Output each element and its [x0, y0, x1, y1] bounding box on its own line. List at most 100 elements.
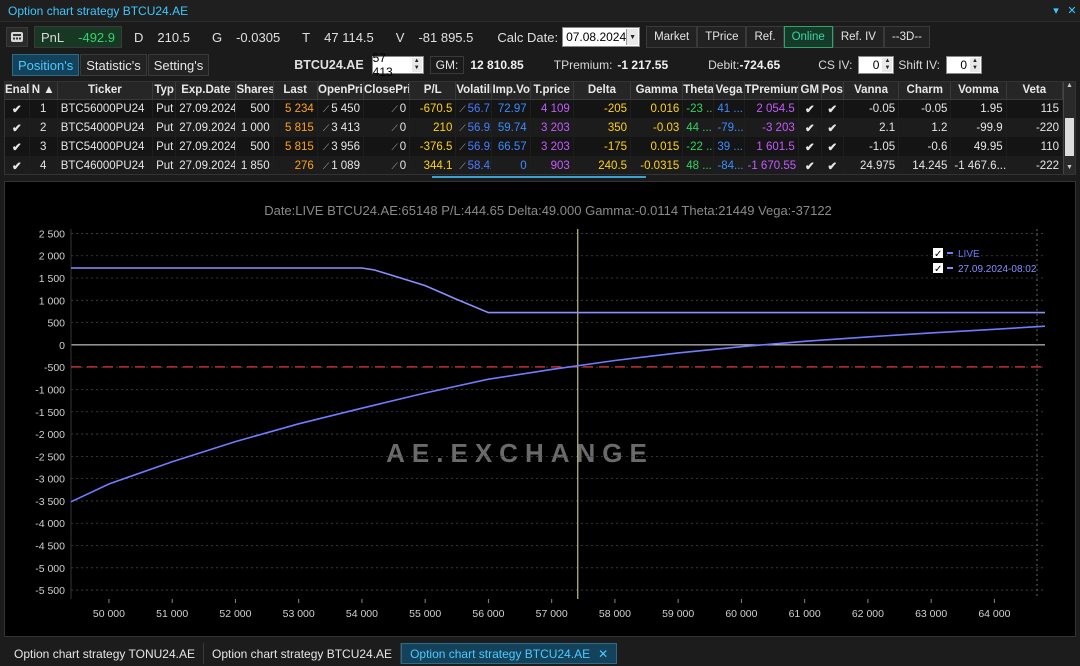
enabled-check[interactable]: ✔: [5, 137, 30, 156]
col-theta[interactable]: Theta: [682, 82, 715, 100]
spinner-icon[interactable]: ▲ ▼: [970, 58, 980, 72]
edit-icon[interactable]: ⟋: [459, 104, 465, 114]
gamma-cell: 0.016: [630, 99, 684, 118]
enabled-check[interactable]: ✔: [5, 156, 30, 174]
chevron-down-icon[interactable]: ▼: [626, 29, 639, 45]
tab-statistics[interactable]: Statistic's: [80, 54, 147, 76]
y-tick-label: 1 500: [39, 273, 65, 285]
market-button[interactable]: Market: [646, 26, 698, 48]
col-delta[interactable]: Delta: [573, 82, 632, 100]
cs-iv-input[interactable]: 0 ▲ ▼: [858, 56, 895, 74]
edit-icon[interactable]: ⟋: [459, 161, 465, 171]
edit-icon[interactable]: ⟋: [459, 142, 465, 152]
col-close-price[interactable]: ClosePri: [363, 82, 411, 100]
col-n[interactable]: N ▲: [29, 82, 58, 100]
col-pl[interactable]: P/L: [409, 82, 457, 100]
spinner-icon[interactable]: ▲ ▼: [411, 58, 422, 72]
col-type[interactable]: Typ: [152, 82, 177, 100]
pin-icon[interactable]: ▾: [1048, 4, 1064, 17]
vomma-cell-value: -99.9: [976, 121, 1003, 134]
enabled-check[interactable]: ✔: [5, 118, 30, 137]
col-gamma[interactable]: Gamma: [630, 82, 684, 100]
col-last[interactable]: Last: [273, 82, 318, 100]
online-button[interactable]: Online: [783, 26, 833, 48]
edit-icon[interactable]: ⟋: [391, 123, 397, 133]
edit-icon[interactable]: ⟋: [323, 104, 329, 114]
scroll-down-icon[interactable]: ▼: [1064, 164, 1075, 174]
col-vega[interactable]: Vega: [713, 82, 745, 100]
pos-check[interactable]: ✔: [821, 156, 844, 174]
gm-check[interactable]: ✔: [798, 156, 822, 174]
3d-button[interactable]: --3D--: [883, 26, 930, 48]
spinner-icon[interactable]: ▲ ▼: [882, 58, 893, 72]
close-icon[interactable]: ✕: [598, 647, 608, 661]
gm-check[interactable]: ✔: [798, 137, 822, 156]
ref-iv-button[interactable]: Ref. IV: [832, 26, 884, 48]
gm-check[interactable]: ✔: [798, 118, 822, 137]
table-row[interactable]: ✔ 2 BTC54000PU24 Put 27.09.2024 1 000 5 815 ⟋ 3 …: [5, 118, 1064, 137]
calculator-button[interactable]: [6, 27, 28, 47]
payoff-chart[interactable]: Date:LIVE BTCU24.AE:65148 P/L:444.65 Del…: [4, 181, 1076, 637]
col-vomma[interactable]: Vomma: [950, 82, 1007, 100]
grid-scrollbar[interactable]: ▲ ▼: [1063, 82, 1075, 174]
enabled-check[interactable]: ✔: [5, 99, 30, 118]
col-enabled[interactable]: Enal: [5, 82, 30, 100]
panel-splitter[interactable]: [432, 176, 646, 178]
gamma-cell: -0.03: [630, 118, 684, 137]
col-volatility[interactable]: Volatili: [455, 82, 493, 100]
tpremium-value: -1 217.55: [617, 58, 669, 72]
shift-iv-input[interactable]: 0 ▲ ▼: [946, 56, 982, 74]
chart-watermark: AE.EXCHANGE: [386, 438, 654, 468]
scroll-up-icon[interactable]: ▲: [1064, 82, 1075, 92]
tpremium-cell: 1 601.5: [744, 137, 799, 156]
ref-button[interactable]: Ref.: [746, 26, 784, 48]
col-gm[interactable]: GM: [798, 82, 822, 100]
type-cell: Put: [152, 99, 177, 118]
edit-icon[interactable]: ⟋: [391, 104, 397, 114]
edit-icon[interactable]: ⟋: [459, 123, 465, 133]
close-icon[interactable]: ✕: [1064, 4, 1080, 17]
col-open-price[interactable]: OpenPri: [317, 82, 364, 100]
table-row[interactable]: ✔ 4 BTC46000PU24 Put 27.09.2024 1 850 276 ⟋ 1 08…: [5, 156, 1064, 174]
calc-date-select[interactable]: 07.08.2024 ▼: [562, 27, 641, 47]
edit-icon[interactable]: ⟋: [391, 161, 397, 171]
table-row[interactable]: ✔ 3 BTC54000PU24 Put 27.09.2024 500 5 815 ⟋ 3 95…: [5, 137, 1064, 156]
delta-label: D: [134, 29, 144, 45]
col-veta[interactable]: Veta: [1006, 82, 1064, 100]
doc-tab-tonu24[interactable]: Option chart strategy TONU24.AE: [6, 643, 204, 664]
col-tprice[interactable]: T.price: [530, 82, 574, 100]
symbol-price-input[interactable]: 57 413 ▲ ▼: [371, 51, 424, 79]
doc-tab-btcu24-active[interactable]: Option chart strategy BTCU24.AE ✕: [401, 643, 618, 664]
charm-cell: -0.6: [898, 137, 952, 156]
charm-cell: -0.05: [898, 99, 952, 118]
edit-icon[interactable]: ⟋: [323, 123, 329, 133]
shares-cell-value: 1 850: [240, 159, 270, 172]
col-pos[interactable]: Pos: [821, 82, 844, 100]
gamma-cell: 0.015: [630, 137, 684, 156]
edit-icon[interactable]: ⟋: [323, 142, 329, 152]
theta-cell-value: -22 ...: [686, 140, 714, 153]
col-shares[interactable]: Shares: [235, 82, 274, 100]
row-number-value: 3: [39, 140, 47, 153]
table-row[interactable]: ✔ 1 BTC56000PU24 Put 27.09.2024 500 5 234 ⟋ 5 45…: [5, 99, 1064, 118]
col-exp-date[interactable]: Exp.Date: [175, 82, 237, 100]
col-tpremium[interactable]: TPremium: [744, 82, 799, 100]
doc-tab-btcu24[interactable]: Option chart strategy BTCU24.AE: [204, 643, 402, 664]
tprice-button[interactable]: TPrice: [697, 26, 747, 48]
tab-positions[interactable]: Position's: [12, 54, 80, 76]
veta-cell: -222: [1006, 156, 1064, 174]
edit-icon[interactable]: ⟋: [323, 161, 329, 171]
col-charm[interactable]: Charm: [898, 82, 952, 100]
scroll-thumb[interactable]: [1065, 118, 1074, 156]
pos-check[interactable]: ✔: [821, 99, 844, 118]
edit-icon[interactable]: ⟋: [391, 142, 397, 152]
tab-settings[interactable]: Setting's: [147, 54, 210, 76]
gm-check[interactable]: ✔: [798, 99, 822, 118]
document-tabs: Option chart strategy TONU24.AE Option c…: [0, 641, 1080, 666]
legend-label: LIVE: [958, 249, 980, 260]
pos-check[interactable]: ✔: [821, 137, 844, 156]
pos-check[interactable]: ✔: [821, 118, 844, 137]
col-imp-vol[interactable]: Imp.Vo: [491, 82, 531, 100]
col-vanna[interactable]: Vanna: [843, 82, 900, 100]
col-ticker[interactable]: Ticker: [57, 82, 154, 100]
